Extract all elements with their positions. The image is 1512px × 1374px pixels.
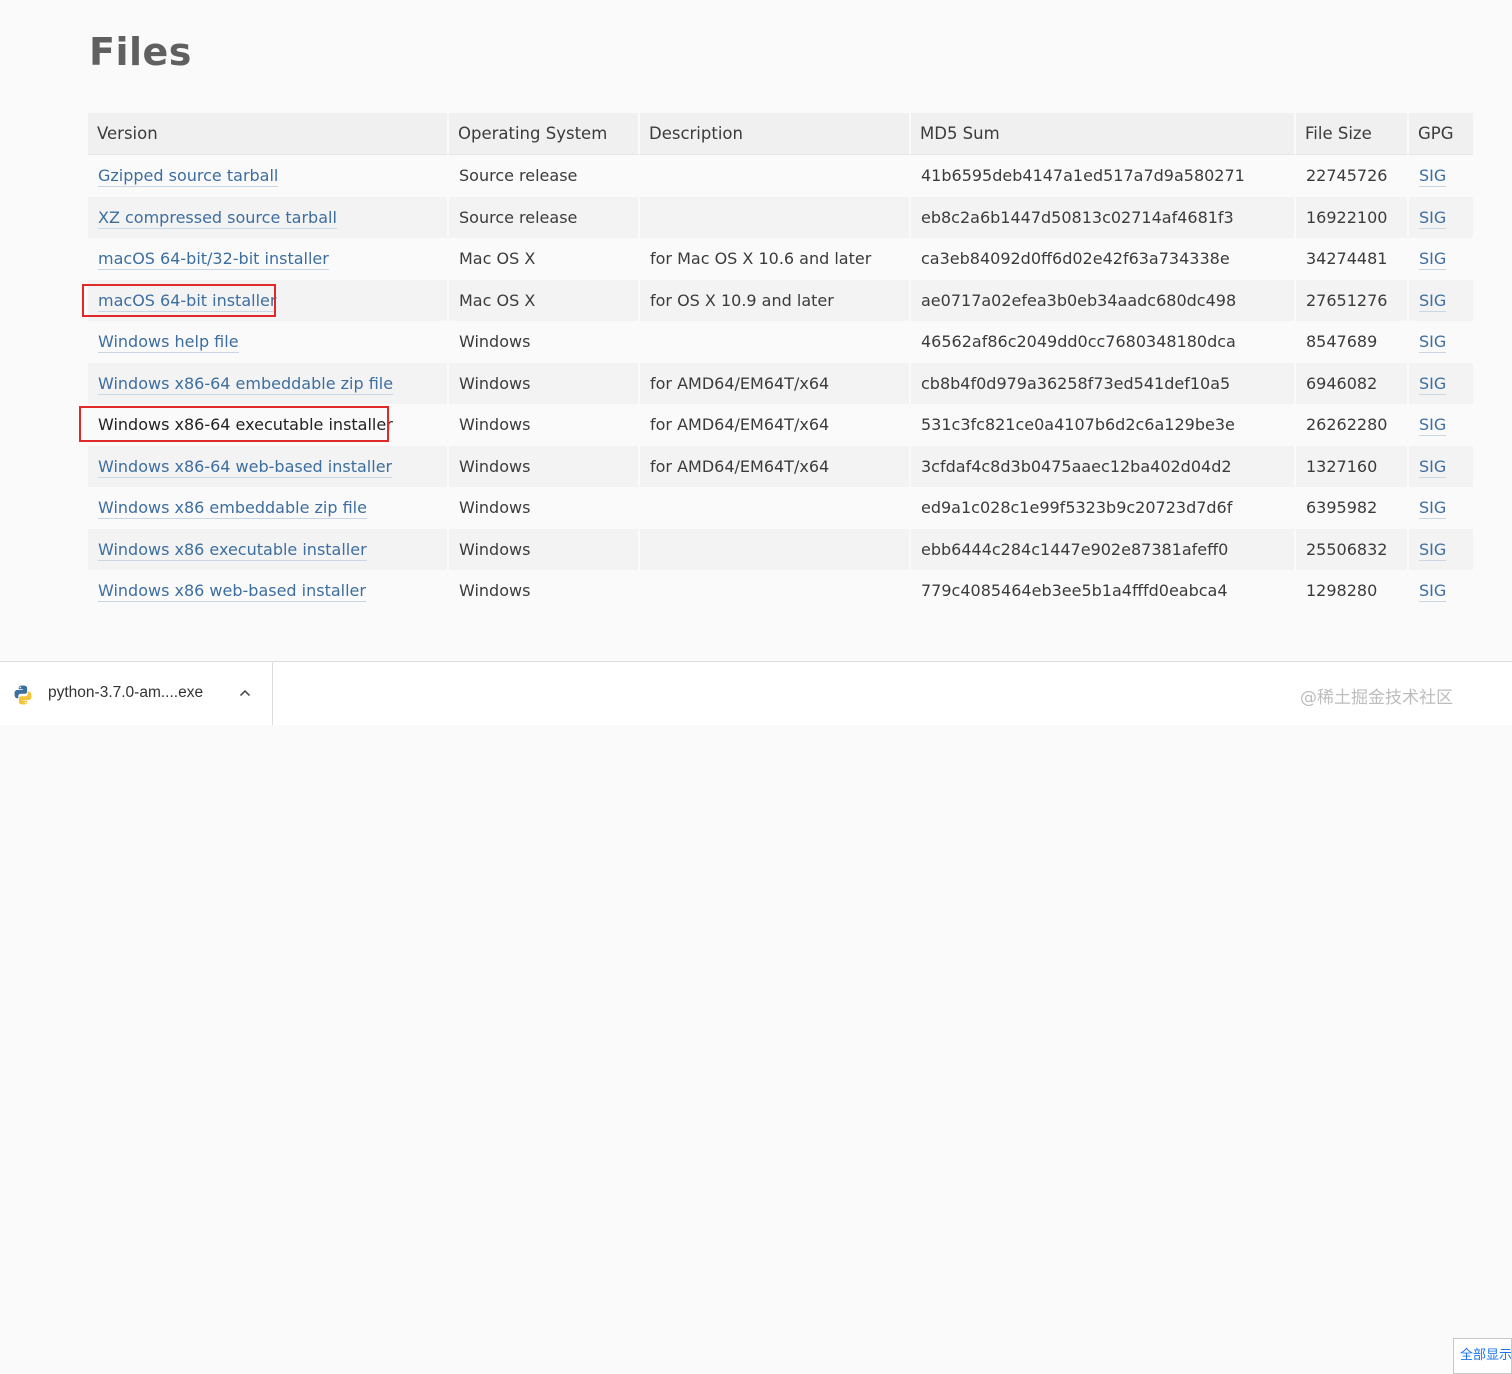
os-cell: Source release	[449, 155, 640, 197]
column-header-description: Description	[640, 113, 911, 155]
description-cell: for Mac OS X 10.6 and later	[640, 238, 911, 280]
description-cell	[640, 196, 911, 238]
os-cell: Windows	[449, 404, 640, 446]
page-title: Files	[89, 30, 192, 74]
file-size-cell: 27651276	[1296, 279, 1409, 321]
gpg-sig-link[interactable]: SIG	[1419, 290, 1447, 312]
column-header-version: Version	[88, 113, 449, 155]
table-row: Windows x86-64 web-based installer Windo…	[88, 445, 1473, 487]
version-link[interactable]: macOS 64-bit installer	[98, 290, 277, 312]
md5-cell: ca3eb84092d0ff6d02e42f63a734338e	[911, 238, 1296, 280]
gpg-sig-link[interactable]: SIG	[1419, 249, 1447, 271]
table-row: Windows x86-64 embeddable zip file Windo…	[88, 362, 1473, 404]
md5-cell: 41b6595deb4147a1ed517a7d9a580271	[911, 155, 1296, 197]
gpg-sig-link[interactable]: SIG	[1419, 332, 1447, 354]
os-cell: Mac OS X	[449, 279, 640, 321]
description-cell: for AMD64/EM64T/x64	[640, 362, 911, 404]
column-header-file-size: File Size	[1296, 113, 1409, 155]
gpg-sig-link[interactable]: SIG	[1419, 456, 1447, 478]
file-size-cell: 25506832	[1296, 528, 1409, 570]
table-row: Windows x86 web-based installer Windows …	[88, 570, 1473, 612]
column-header-md5: MD5 Sum	[911, 113, 1296, 155]
table-row: Windows x86 embeddable zip file Windows …	[88, 487, 1473, 529]
md5-cell: 531c3fc821ce0a4107b6d2c6a129be3e	[911, 404, 1296, 446]
gpg-sig-link[interactable]: SIG	[1419, 498, 1447, 520]
column-header-gpg: GPG	[1409, 113, 1473, 155]
files-table: Version Operating System Description MD5…	[88, 113, 1473, 612]
description-cell: for OS X 10.9 and later	[640, 279, 911, 321]
table-row: Windows x86-64 executable installer Wind…	[88, 404, 1473, 446]
version-link[interactable]: Windows x86-64 embeddable zip file	[98, 373, 394, 395]
os-cell: Windows	[449, 321, 640, 363]
version-link[interactable]: Windows x86 executable installer	[98, 539, 367, 561]
file-size-cell: 34274481	[1296, 238, 1409, 280]
gpg-sig-link[interactable]: SIG	[1419, 415, 1447, 437]
table-header-row: Version Operating System Description MD5…	[88, 113, 1473, 155]
file-size-cell: 6946082	[1296, 362, 1409, 404]
os-cell: Windows	[449, 528, 640, 570]
description-cell	[640, 321, 911, 363]
md5-cell: 3cfdaf4c8d3b0475aaec12ba402d04d2	[911, 445, 1296, 487]
show-all-button[interactable]: 全部显示	[1453, 1338, 1512, 1374]
md5-cell: eb8c2a6b1447d50813c02714af4681f3	[911, 196, 1296, 238]
download-item[interactable]: python-3.7.0-am....exe	[0, 662, 273, 725]
table-row: XZ compressed source tarball Source rele…	[88, 196, 1473, 238]
gpg-sig-link[interactable]: SIG	[1419, 539, 1447, 561]
os-cell: Mac OS X	[449, 238, 640, 280]
description-cell	[640, 528, 911, 570]
gpg-sig-link[interactable]: SIG	[1419, 373, 1447, 395]
md5-cell: ebb6444c284c1447e902e87381afeff0	[911, 528, 1296, 570]
version-label[interactable]: Windows x86-64 executable installer	[98, 415, 393, 434]
version-link[interactable]: Windows x86 web-based installer	[98, 581, 366, 603]
file-size-cell: 26262280	[1296, 404, 1409, 446]
description-cell	[640, 487, 911, 529]
md5-cell: ae0717a02efea3b0eb34aadc680dc498	[911, 279, 1296, 321]
os-cell: Source release	[449, 196, 640, 238]
md5-cell: 779c4085464eb3ee5b1a4fffd0eabca4	[911, 570, 1296, 612]
version-link[interactable]: Windows x86 embeddable zip file	[98, 498, 367, 520]
download-bar: python-3.7.0-am....exe 全部显示	[0, 661, 1512, 1374]
file-size-cell: 16922100	[1296, 196, 1409, 238]
table-row: macOS 64-bit/32-bit installer Mac OS X f…	[88, 238, 1473, 280]
md5-cell: 46562af86c2049dd0cc7680348180dca	[911, 321, 1296, 363]
file-size-cell: 22745726	[1296, 155, 1409, 197]
table-row: macOS 64-bit installer Mac OS X for OS X…	[88, 279, 1473, 321]
gpg-sig-link[interactable]: SIG	[1419, 207, 1447, 229]
description-cell: for AMD64/EM64T/x64	[640, 404, 911, 446]
watermark: @稀土掘金技术社区	[1300, 688, 1453, 708]
version-link[interactable]: macOS 64-bit/32-bit installer	[98, 249, 329, 271]
md5-cell: cb8b4f0d979a36258f73ed541def10a5	[911, 362, 1296, 404]
table-row: Windows help file Windows 46562af86c2049…	[88, 321, 1473, 363]
os-cell: Windows	[449, 445, 640, 487]
os-cell: Windows	[449, 570, 640, 612]
chevron-up-icon[interactable]	[237, 685, 253, 701]
md5-cell: ed9a1c028c1e99f5323b9c20723d7d6f	[911, 487, 1296, 529]
table-row: Windows x86 executable installer Windows…	[88, 528, 1473, 570]
file-size-cell: 6395982	[1296, 487, 1409, 529]
file-size-cell: 1327160	[1296, 445, 1409, 487]
gpg-sig-link[interactable]: SIG	[1419, 166, 1447, 188]
version-link[interactable]: XZ compressed source tarball	[98, 207, 337, 229]
column-header-os: Operating System	[449, 113, 640, 155]
version-link[interactable]: Windows x86-64 web-based installer	[98, 456, 393, 478]
os-cell: Windows	[449, 487, 640, 529]
download-file-name: python-3.7.0-am....exe	[48, 684, 204, 701]
description-cell	[640, 570, 911, 612]
description-cell: for AMD64/EM64T/x64	[640, 445, 911, 487]
os-cell: Windows	[449, 362, 640, 404]
python-file-icon	[14, 685, 32, 705]
file-size-cell: 8547689	[1296, 321, 1409, 363]
table-row: Gzipped source tarball Source release 41…	[88, 155, 1473, 197]
version-link[interactable]: Windows help file	[98, 332, 239, 354]
description-cell	[640, 155, 911, 197]
gpg-sig-link[interactable]: SIG	[1419, 581, 1447, 603]
file-size-cell: 1298280	[1296, 570, 1409, 612]
version-link[interactable]: Gzipped source tarball	[98, 166, 279, 188]
